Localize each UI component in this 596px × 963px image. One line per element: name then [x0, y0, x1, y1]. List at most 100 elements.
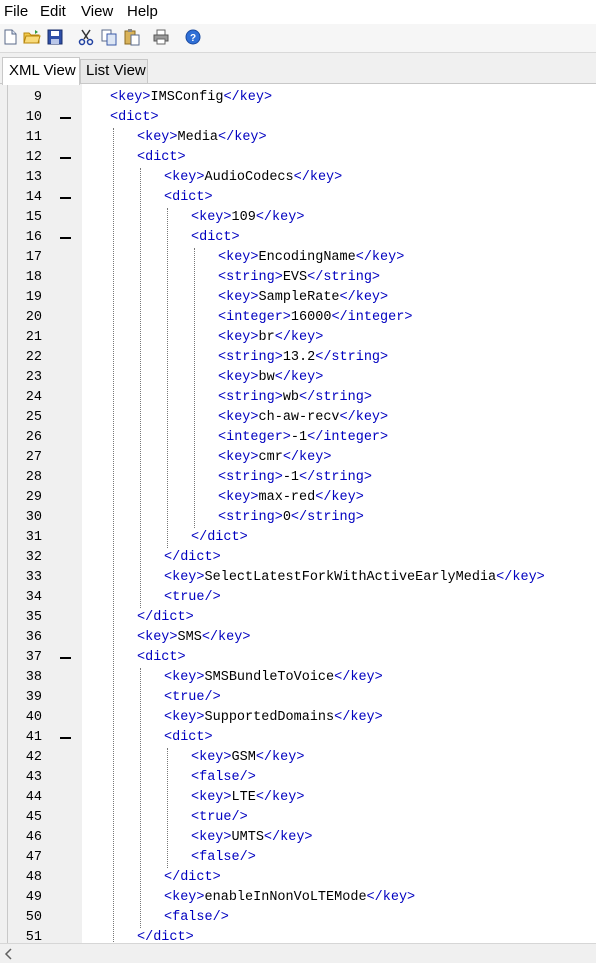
line-number: 31: [25, 530, 42, 545]
xml-value: SMS: [177, 630, 202, 645]
code-line: 38 <key>SMSBundleToVoice</key>: [0, 668, 596, 688]
xml-tag: <key>: [164, 670, 205, 685]
menu-edit[interactable]: Edit: [40, 3, 66, 21]
xml-tag: </key>: [496, 570, 545, 585]
xml-tag: <true/>: [191, 810, 248, 825]
code-line: 41 <dict>: [0, 728, 596, 748]
line-number: 34: [25, 590, 42, 605]
cut-button[interactable]: [77, 28, 95, 46]
code-text: <key>SupportedDomains</key>: [164, 708, 383, 728]
xml-value: -1: [282, 470, 300, 485]
line-number: 30: [25, 510, 42, 525]
xml-tag: </dict>: [164, 870, 221, 885]
xml-value: SelectLatestForkWithActiveEarlyMedia: [204, 570, 497, 585]
code-line: 25 <key>ch-aw-recv</key>: [0, 408, 596, 428]
code-line: 39 <true/>: [0, 688, 596, 708]
line-number: 27: [25, 450, 42, 465]
xml-tag: <dict>: [137, 150, 186, 165]
line-number: 26: [25, 430, 42, 445]
code-line: 37 <dict>: [0, 648, 596, 668]
xml-tag: <string>: [218, 270, 283, 285]
xml-value: cmr: [258, 450, 283, 465]
help-button[interactable]: ?: [184, 28, 202, 46]
code-line: 34 <true/>: [0, 588, 596, 608]
code-line: 26 <integer>-1</integer>: [0, 428, 596, 448]
code-line: 19 <key>SampleRate</key>: [0, 288, 596, 308]
xml-tag: <true/>: [164, 690, 221, 705]
code-text: <key>max-red</key>: [218, 488, 364, 508]
code-text: </dict>: [164, 548, 221, 568]
code-text: <key>bw</key>: [218, 368, 323, 388]
xml-value: SampleRate: [258, 290, 340, 305]
collapse-fold-icon[interactable]: [60, 197, 71, 199]
save-button[interactable]: [46, 28, 64, 46]
scroll-left-arrow-icon[interactable]: [4, 948, 14, 960]
line-number: 23: [25, 370, 42, 385]
xml-value: UMTS: [231, 830, 264, 845]
xml-tag: <key>: [218, 330, 259, 345]
xml-tag: </key>: [263, 830, 313, 845]
code-line: 48 </dict>: [0, 868, 596, 888]
xml-tag: </key>: [355, 250, 405, 265]
collapse-fold-icon[interactable]: [60, 117, 71, 119]
xml-tag: </key>: [334, 710, 383, 725]
collapse-fold-icon[interactable]: [60, 237, 71, 239]
code-line: 9 <key>IMSConfig</key>: [0, 88, 596, 108]
code-text: <key>IMSConfig</key>: [110, 88, 272, 108]
code-line: 18 <string>EVS</string>: [0, 268, 596, 288]
code-text: <key>Media</key>: [137, 128, 267, 148]
xml-tag: <key>: [218, 250, 259, 265]
code-text: <string>0</string>: [218, 508, 364, 528]
xml-tag: <key>: [218, 290, 259, 305]
xml-tag: <string>: [218, 470, 283, 485]
menu-help[interactable]: Help: [127, 3, 158, 21]
xml-tag: <key>: [191, 750, 232, 765]
code-text: <key>EncodingName</key>: [218, 248, 404, 268]
xml-tag: </key>: [218, 130, 267, 145]
code-line: 43 <false/>: [0, 768, 596, 788]
xml-tag: </key>: [274, 370, 324, 385]
xml-value: IMSConfig: [150, 90, 224, 105]
line-number: 13: [25, 170, 42, 185]
print-button[interactable]: [152, 28, 170, 46]
menu-view[interactable]: View: [81, 3, 113, 21]
xml-editor[interactable]: 9 <key>IMSConfig</key> 10 <dict> 11 <key>Medi…: [0, 83, 596, 944]
tab-list-view[interactable]: List View: [80, 59, 148, 83]
xml-value: br: [258, 330, 275, 345]
xml-tag: </dict>: [137, 610, 194, 625]
code-text: <key>SampleRate</key>: [218, 288, 388, 308]
paste-button[interactable]: [123, 28, 141, 46]
xml-tag: <key>: [218, 450, 259, 465]
code-text: <key>br</key>: [218, 328, 323, 348]
line-number: 43: [25, 770, 42, 785]
line-number: 22: [25, 350, 42, 365]
xml-tag: <false/>: [191, 770, 256, 785]
tab-xml-view[interactable]: XML View: [2, 57, 80, 85]
collapse-fold-icon[interactable]: [60, 657, 71, 659]
code-text: <dict>: [164, 188, 213, 208]
xml-tag: <false/>: [164, 910, 229, 925]
horizontal-scrollbar[interactable]: [0, 943, 596, 963]
paste-icon: [124, 29, 140, 46]
new-file-button[interactable]: [1, 28, 19, 46]
copy-button[interactable]: [100, 28, 118, 46]
open-button[interactable]: [23, 28, 41, 46]
code-text: <integer>-1</integer>: [218, 428, 388, 448]
code-line: 32 </dict>: [0, 548, 596, 568]
code-line: 16 <dict>: [0, 228, 596, 248]
collapse-fold-icon[interactable]: [60, 737, 71, 739]
xml-tag: <integer>: [218, 430, 291, 445]
xml-tag: </key>: [255, 750, 305, 765]
code-text: </dict>: [191, 528, 248, 548]
line-number: 38: [25, 670, 42, 685]
code-text: <dict>: [191, 228, 240, 248]
menu-file[interactable]: File: [4, 3, 28, 21]
xml-tag: </key>: [274, 330, 324, 345]
line-number: 41: [25, 730, 42, 745]
copy-icon: [101, 29, 117, 46]
code-text: <dict>: [137, 148, 186, 168]
line-number: 32: [25, 550, 42, 565]
collapse-fold-icon[interactable]: [60, 157, 71, 159]
code-line: 24 <string>wb</string>: [0, 388, 596, 408]
xml-tag: <string>: [218, 350, 283, 365]
